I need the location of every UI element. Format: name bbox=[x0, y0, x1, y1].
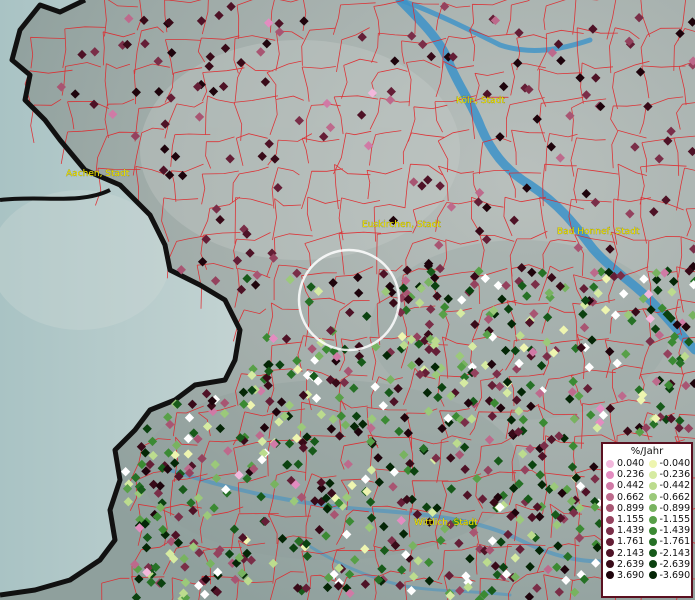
legend-entry-positive: 0.236 bbox=[606, 469, 649, 480]
city-label-bad-honnef: Bad Honnef, Stadt bbox=[557, 227, 640, 237]
legend-entry-negative: -0.662 bbox=[648, 491, 692, 503]
legend-value: 0.899 bbox=[617, 502, 645, 514]
legend-entry-negative: -2.143 bbox=[648, 547, 692, 559]
legend-value: -0.899 bbox=[659, 502, 691, 514]
legend-swatch bbox=[648, 459, 657, 468]
city-label-wittlich: Wittlich, Stadt bbox=[414, 518, 478, 528]
legend-entry-negative: -3.690 bbox=[648, 569, 692, 581]
legend-value: -1.761 bbox=[659, 536, 691, 548]
legend-value: -1.439 bbox=[659, 525, 691, 537]
legend-value: 0.662 bbox=[617, 491, 645, 503]
legend-value: 0.442 bbox=[617, 480, 645, 492]
legend-swatch bbox=[648, 549, 657, 558]
legend-swatch bbox=[648, 526, 657, 535]
legend-swatch bbox=[606, 571, 614, 580]
city-label-euskirchen: Euskirchen, Stadt bbox=[362, 220, 441, 230]
legend-swatch bbox=[606, 504, 614, 513]
legend-value: -0.442 bbox=[659, 480, 691, 492]
legend-value: -3.690 bbox=[659, 569, 691, 581]
legend-entry-positive: 0.662 bbox=[606, 492, 649, 503]
legend-value: 2.639 bbox=[617, 558, 645, 570]
legend-entry-positive: 0.899 bbox=[606, 503, 649, 514]
legend-entry-positive: 2.639 bbox=[606, 559, 649, 570]
legend-entry-negative: -0.442 bbox=[648, 480, 692, 492]
legend-swatch bbox=[606, 470, 614, 479]
legend-swatch bbox=[648, 481, 657, 490]
legend-positive-column: 0.040 0.236 0.442 0.662 0.899 1.155 1.439 1.761… bbox=[606, 458, 649, 581]
legend-swatch bbox=[648, 571, 657, 580]
legend-value: -1.155 bbox=[659, 514, 691, 526]
legend-value: 1.439 bbox=[617, 525, 645, 537]
legend-entry-negative: -0.236 bbox=[648, 469, 692, 481]
legend-value: 0.040 bbox=[617, 458, 645, 470]
legend-entry-positive: 1.761 bbox=[606, 536, 649, 547]
legend-value: -0.040 bbox=[659, 458, 691, 470]
city-label-koeln: Köln, Stadt bbox=[456, 96, 505, 106]
legend-entry-positive: 3.690 bbox=[606, 570, 649, 581]
legend-entry-positive: 0.442 bbox=[606, 480, 649, 491]
map-canvas[interactable]: Köln, Stadt Aachen, Stadt Euskirchen, St… bbox=[0, 0, 695, 600]
legend-value: -0.662 bbox=[659, 491, 691, 503]
legend-swatch bbox=[606, 481, 614, 490]
legend-entry-positive: 2.143 bbox=[606, 548, 649, 559]
legend-entry-positive: 1.439 bbox=[606, 525, 649, 536]
legend-title: %/Jahr bbox=[630, 446, 664, 457]
legend-entry-positive: 0.040 bbox=[606, 458, 649, 469]
legend-entry-negative: -0.040 bbox=[648, 458, 692, 470]
legend-swatch bbox=[648, 515, 657, 524]
legend-swatch bbox=[648, 470, 657, 479]
legend-value: 0.236 bbox=[617, 469, 645, 481]
legend-value: 1.155 bbox=[617, 514, 645, 526]
legend-entry-negative: -1.761 bbox=[648, 536, 692, 548]
legend-value: -2.639 bbox=[659, 558, 691, 570]
legend-swatch bbox=[648, 504, 657, 513]
legend-entry-negative: -0.899 bbox=[648, 502, 692, 514]
legend-swatch bbox=[648, 537, 657, 546]
legend-entry-negative: -1.155 bbox=[648, 514, 692, 526]
legend-entry-positive: 1.155 bbox=[606, 514, 649, 525]
legend-swatch bbox=[648, 560, 657, 569]
legend-value: 2.143 bbox=[617, 547, 645, 559]
legend-swatch bbox=[606, 549, 614, 558]
legend-swatch bbox=[606, 459, 614, 468]
city-label-aachen: Aachen, Stadt bbox=[66, 169, 130, 179]
legend-swatch bbox=[606, 493, 614, 502]
legend-entry-negative: -1.439 bbox=[648, 525, 692, 537]
legend-value: -2.143 bbox=[659, 547, 691, 559]
legend-swatch bbox=[606, 526, 614, 535]
legend-swatch bbox=[606, 515, 614, 524]
legend-entry-negative: -2.639 bbox=[648, 558, 692, 570]
legend-value: 1.761 bbox=[617, 536, 645, 548]
legend-value: -0.236 bbox=[659, 469, 691, 481]
legend-swatch bbox=[606, 560, 614, 569]
legend-swatch bbox=[648, 493, 657, 502]
legend-value: 3.690 bbox=[617, 569, 645, 581]
legend-negative-column: -0.040 -0.236 -0.442 -0.662 -0.899 -1.155 -1.4… bbox=[648, 458, 692, 581]
legend: %/Jahr 0.040 0.236 0.442 0.662 0.899 1.155 1.4… bbox=[601, 442, 693, 598]
legend-swatch bbox=[606, 537, 614, 546]
